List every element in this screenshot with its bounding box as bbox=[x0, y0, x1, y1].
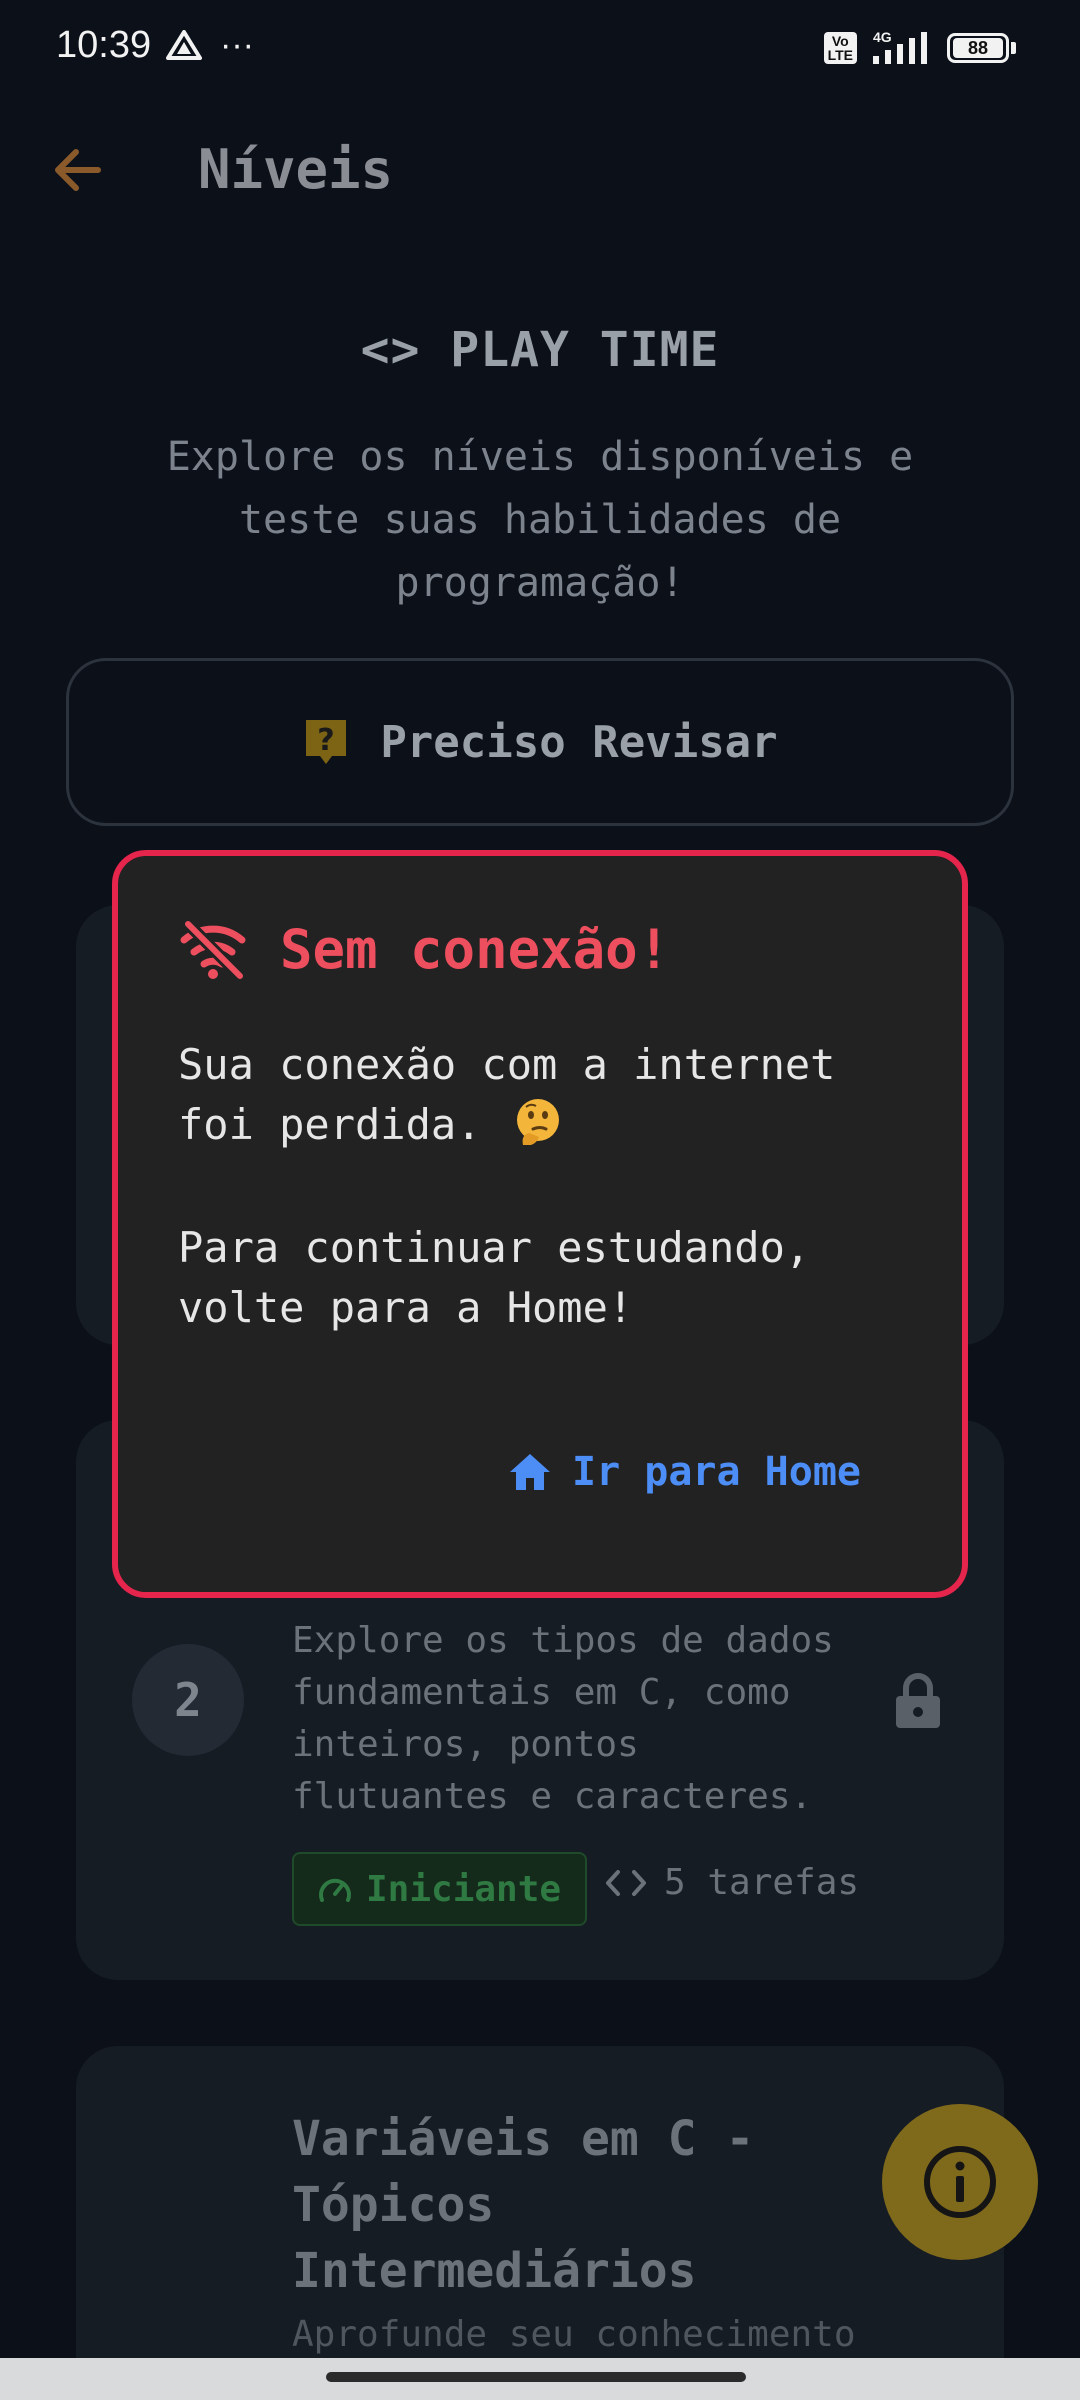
go-home-label: Ir para Home bbox=[572, 1449, 861, 1495]
dialog-message-text: foi perdida. bbox=[178, 1100, 482, 1149]
battery-level: 88 bbox=[953, 38, 1003, 58]
title-line: Variáveis em C - bbox=[292, 2111, 755, 2167]
info-fab[interactable] bbox=[882, 2104, 1038, 2260]
app-bar bbox=[0, 100, 1080, 250]
dialog-message-line: foi perdida. bbox=[178, 1095, 563, 1155]
level-description: Aprofunde seu conhecimento bbox=[292, 2314, 856, 2355]
review-button[interactable]: ? Preciso Revisar bbox=[66, 658, 1014, 826]
level-title: Variáveis em C - Tópicos Intermediários bbox=[292, 2106, 852, 2304]
dialog-message-line: Sua conexão com a internet bbox=[178, 1040, 836, 1089]
description-line: fundamentais em C, como bbox=[292, 1672, 791, 1713]
page-title: Níveis bbox=[198, 138, 394, 201]
task-count-label: 5 tarefas bbox=[664, 1862, 860, 1903]
dialog-title: Sem conexão! bbox=[280, 918, 671, 981]
network-type-label: 4G bbox=[873, 30, 892, 45]
speedometer-icon bbox=[319, 1878, 351, 1902]
thinking-face-icon bbox=[516, 1099, 559, 1145]
status-left-icons: ··· bbox=[166, 26, 254, 64]
review-button-label: Preciso Revisar bbox=[380, 716, 778, 768]
description-line: inteiros, pontos bbox=[292, 1724, 639, 1765]
level-description: Explore os tipos de dados fundamentais e… bbox=[292, 1615, 872, 1823]
intro-line: Explore os níveis disponíveis e bbox=[166, 434, 914, 480]
intro-text: Explore os níveis disponíveis e teste su… bbox=[90, 426, 990, 615]
more-notifications-icon: ··· bbox=[220, 26, 254, 64]
intro-line: programação! bbox=[395, 560, 685, 606]
description-line: Explore os tipos de dados bbox=[292, 1620, 834, 1661]
task-count: 5 tarefas bbox=[604, 1862, 859, 1903]
info-icon bbox=[924, 2146, 996, 2218]
intro-line: teste suas habilidades de bbox=[238, 497, 842, 543]
status-time: 10:39 bbox=[56, 24, 152, 66]
home-gesture-handle[interactable] bbox=[326, 2372, 746, 2382]
status-right-icons: Vo LTE 4G 88 bbox=[823, 30, 1016, 66]
help-question-icon: ? bbox=[306, 720, 347, 764]
battery-icon: 88 bbox=[947, 33, 1016, 63]
code-icon bbox=[606, 1869, 646, 1896]
wifi-off-icon bbox=[180, 919, 246, 980]
navigation-triangle-icon bbox=[166, 30, 202, 60]
play-time-heading: <> PLAY TIME bbox=[360, 322, 720, 378]
dialog-message-line: volte para a Home! bbox=[178, 1283, 634, 1332]
svg-text:?: ? bbox=[318, 723, 335, 758]
signal-4g-icon: 4G bbox=[873, 30, 927, 64]
title-line: Tópicos bbox=[292, 2177, 495, 2233]
arrow-back-icon[interactable] bbox=[46, 138, 110, 202]
level-number: 2 bbox=[132, 1644, 244, 1756]
volte-badge: Vo LTE bbox=[823, 32, 857, 64]
home-icon bbox=[510, 1454, 550, 1490]
description-line: flutuantes e caracteres. bbox=[292, 1776, 813, 1817]
difficulty-badge: Iniciante bbox=[292, 1852, 588, 1926]
title-line: Intermediários bbox=[292, 2243, 697, 2299]
dialog-message-line: Para continuar estudando, bbox=[178, 1223, 811, 1272]
lock-icon bbox=[896, 1673, 940, 1728]
difficulty-label: Iniciante bbox=[366, 1868, 562, 1910]
go-home-button[interactable]: Ir para Home bbox=[508, 1440, 861, 1504]
